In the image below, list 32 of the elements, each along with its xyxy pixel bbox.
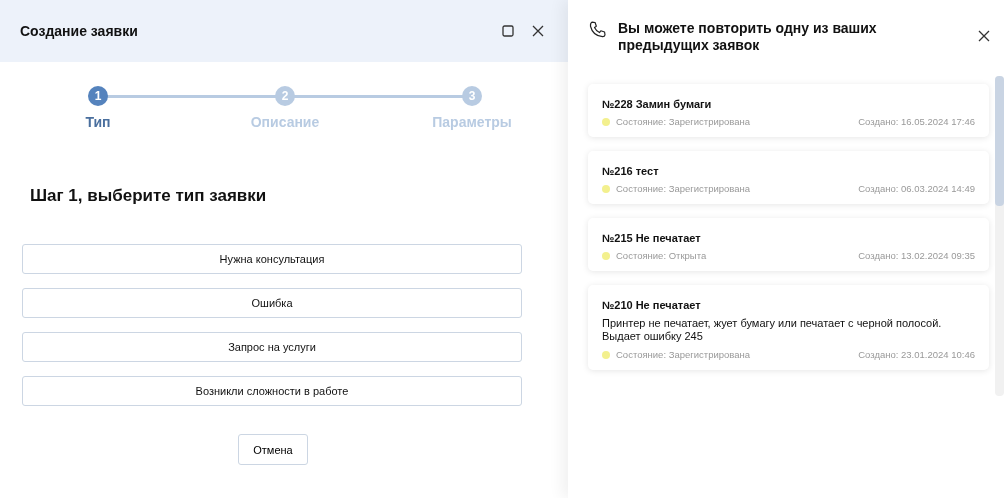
close-icon[interactable] bbox=[978, 30, 990, 42]
request-type-button[interactable]: Ошибка bbox=[22, 288, 522, 318]
request-title: №210 Не печатает bbox=[602, 299, 702, 311]
request-status: Состояние: Зарегистрирована bbox=[616, 116, 752, 127]
panel-title: Вы можете повторить одну из ваших предыдущих заявок bbox=[618, 20, 878, 54]
request-status: Состояние: Зарегистрирована bbox=[616, 183, 752, 194]
close-icon[interactable] bbox=[532, 25, 544, 37]
request-status: Состояние: Зарегистрирована bbox=[616, 349, 752, 360]
request-date: Создано: 16.05.2024 17:46 bbox=[858, 116, 975, 127]
request-title: №228 Замин бумаги bbox=[602, 98, 713, 110]
request-date: Создано: 23.01.2024 10:46 bbox=[858, 349, 975, 360]
step-number[interactable]: 1 bbox=[88, 86, 108, 106]
request-type-button[interactable]: Нужна консультация bbox=[22, 244, 522, 274]
request-title: №215 Не печатает bbox=[602, 232, 702, 244]
request-type-button[interactable]: Запрос на услуги bbox=[22, 332, 522, 362]
request-date: Создано: 06.03.2024 14:49 bbox=[858, 183, 975, 194]
request-title: №216 тест bbox=[602, 165, 660, 177]
request-card[interactable]: №228 Замин бумаги Состояние: Зарегистрирована Создано: 16.05.2024 17:46 bbox=[588, 84, 989, 137]
request-card[interactable]: №215 Не печатает Состояние: Открыта Создано: 13.02.2024 09:35 bbox=[588, 218, 989, 271]
request-description: Принтер не печатает, жует бумагу или печатает с черной полосой. Выдает ошибку 245 bbox=[602, 317, 943, 343]
request-card[interactable]: №210 Не печатает Принтер не печатает, жует бумагу или печатает с черной полосой. Выдает ошибку 245 Состояние: Зарегистрирована Создано: 23.01.2024 10:46 bbox=[588, 285, 989, 370]
scrollbar-thumb[interactable] bbox=[995, 76, 1004, 206]
request-status: Состояние: Открыта bbox=[616, 250, 708, 261]
cancel-button[interactable]: Отмена bbox=[238, 434, 308, 465]
request-type-button[interactable]: Возникли сложности в работе bbox=[22, 376, 522, 406]
dialog-title: Создание заявки bbox=[20, 23, 138, 39]
step-label[interactable]: Тип bbox=[85, 114, 111, 130]
step-heading: Шаг 1, выберите тип заявки bbox=[30, 186, 268, 206]
maximize-icon[interactable] bbox=[502, 25, 514, 37]
request-date: Создано: 13.02.2024 09:35 bbox=[858, 250, 975, 261]
request-card[interactable]: №216 тест Состояние: Зарегистрирована Создано: 06.03.2024 14:49 bbox=[588, 151, 989, 204]
phone-icon bbox=[588, 20, 608, 40]
